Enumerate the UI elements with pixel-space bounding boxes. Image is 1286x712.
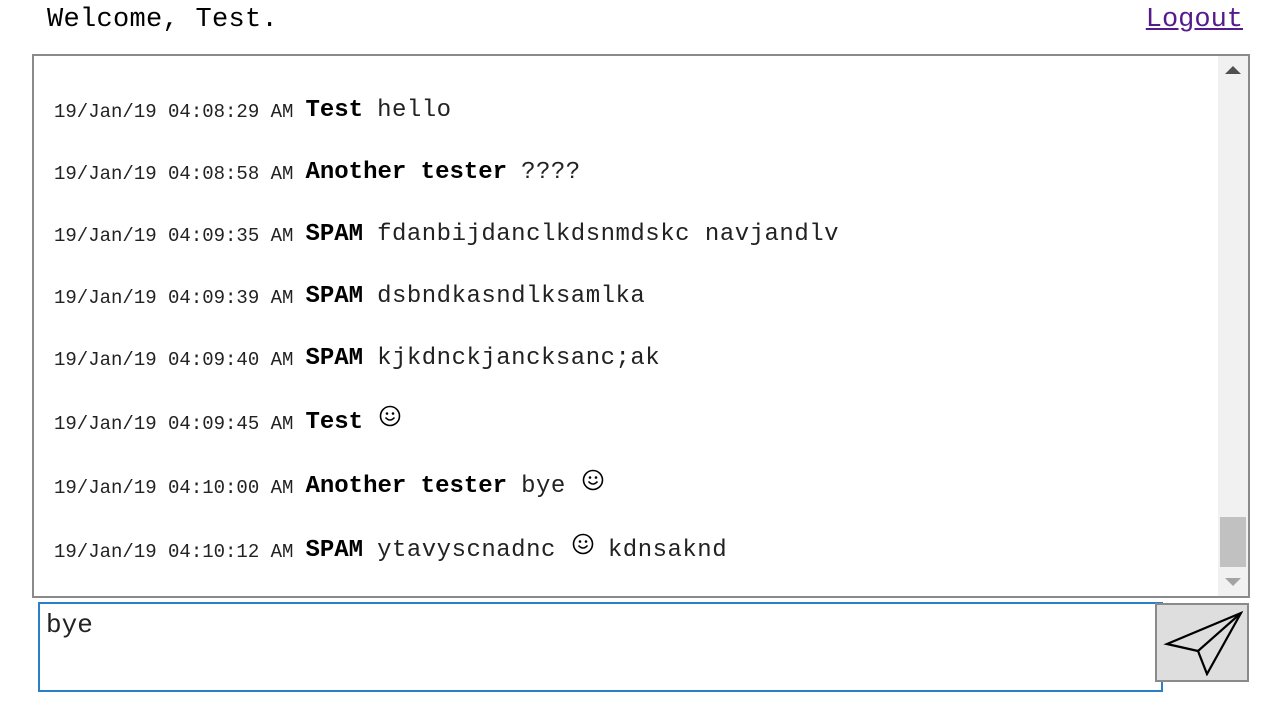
header-bar: Welcome, Test. Logout [0,0,1286,44]
message-row: 19/Jan/19 04:10:12 AM SPAM ytavyscnadnc … [54,530,727,570]
message-timestamp: 19/Jan/19 04:08:58 AM [54,163,294,185]
message-text: dsbndkasndlksamlka [377,282,646,310]
message-row: 19/Jan/19 04:10:00 AM Another tester bye [54,466,618,506]
message-timestamp: 19/Jan/19 04:09:35 AM [54,225,294,247]
smiley-icon [379,405,401,427]
logout-link[interactable]: Logout [1146,2,1243,38]
message-timestamp: 19/Jan/19 04:10:00 AM [54,477,294,499]
scroll-thumb[interactable] [1220,517,1246,567]
message-text: ???? [521,158,581,186]
message-timestamp: 19/Jan/19 04:09:45 AM [54,413,294,435]
message-input[interactable]: bye [38,602,1163,692]
message-timestamp: 19/Jan/19 04:09:40 AM [54,349,294,371]
smiley-icon [582,469,604,491]
message-text: bye [521,472,566,500]
message-row: 19/Jan/19 04:09:39 AM SPAM dsbndkasndlks… [54,276,645,316]
send-button[interactable] [1155,603,1249,682]
message-username: SPAM [305,282,364,310]
message-text: hello [377,96,452,124]
message-text: ytavyscnadnc [377,536,556,564]
message-timestamp: 19/Jan/19 04:09:39 AM [54,287,294,309]
message-list: 19/Jan/19 04:08:29 AM Test hello 19/Jan/… [34,56,1217,596]
message-row: 19/Jan/19 04:09:35 AM SPAM fdanbijdanclk… [54,214,839,254]
message-text-after: kdnsaknd [607,536,728,564]
message-text: kjkdnckjancksanc;ak [377,344,661,372]
scroll-up-icon[interactable] [1225,66,1241,74]
chat-log[interactable]: 19/Jan/19 04:08:29 AM Test hello 19/Jan/… [32,54,1250,598]
message-username: Another tester [305,472,508,500]
message-username: Test [305,96,364,124]
message-timestamp: 19/Jan/19 04:10:12 AM [54,541,294,563]
message-row: 19/Jan/19 04:09:40 AM SPAM kjkdnckjancks… [54,338,660,378]
message-input-value: bye [46,610,93,640]
smiley-icon [572,533,594,555]
message-timestamp: 19/Jan/19 04:08:29 AM [54,101,294,123]
welcome-text: Welcome, Test. [47,5,279,35]
message-username: Test [305,408,364,436]
message-username: SPAM [305,536,364,564]
chat-scrollbar[interactable] [1218,56,1248,596]
paper-plane-icon [1163,610,1243,676]
message-row: 19/Jan/19 04:08:58 AM Another tester ???… [54,152,581,192]
message-username: SPAM [305,220,364,248]
scroll-down-icon[interactable] [1225,578,1241,586]
message-row: 19/Jan/19 04:09:45 AM Test [54,402,415,442]
message-row: 19/Jan/19 04:08:29 AM Test hello [54,90,452,130]
message-username: Another tester [305,158,508,186]
message-username: SPAM [305,344,364,372]
message-text: fdanbijdanclkdsnmdskc navjandlv [377,220,840,248]
